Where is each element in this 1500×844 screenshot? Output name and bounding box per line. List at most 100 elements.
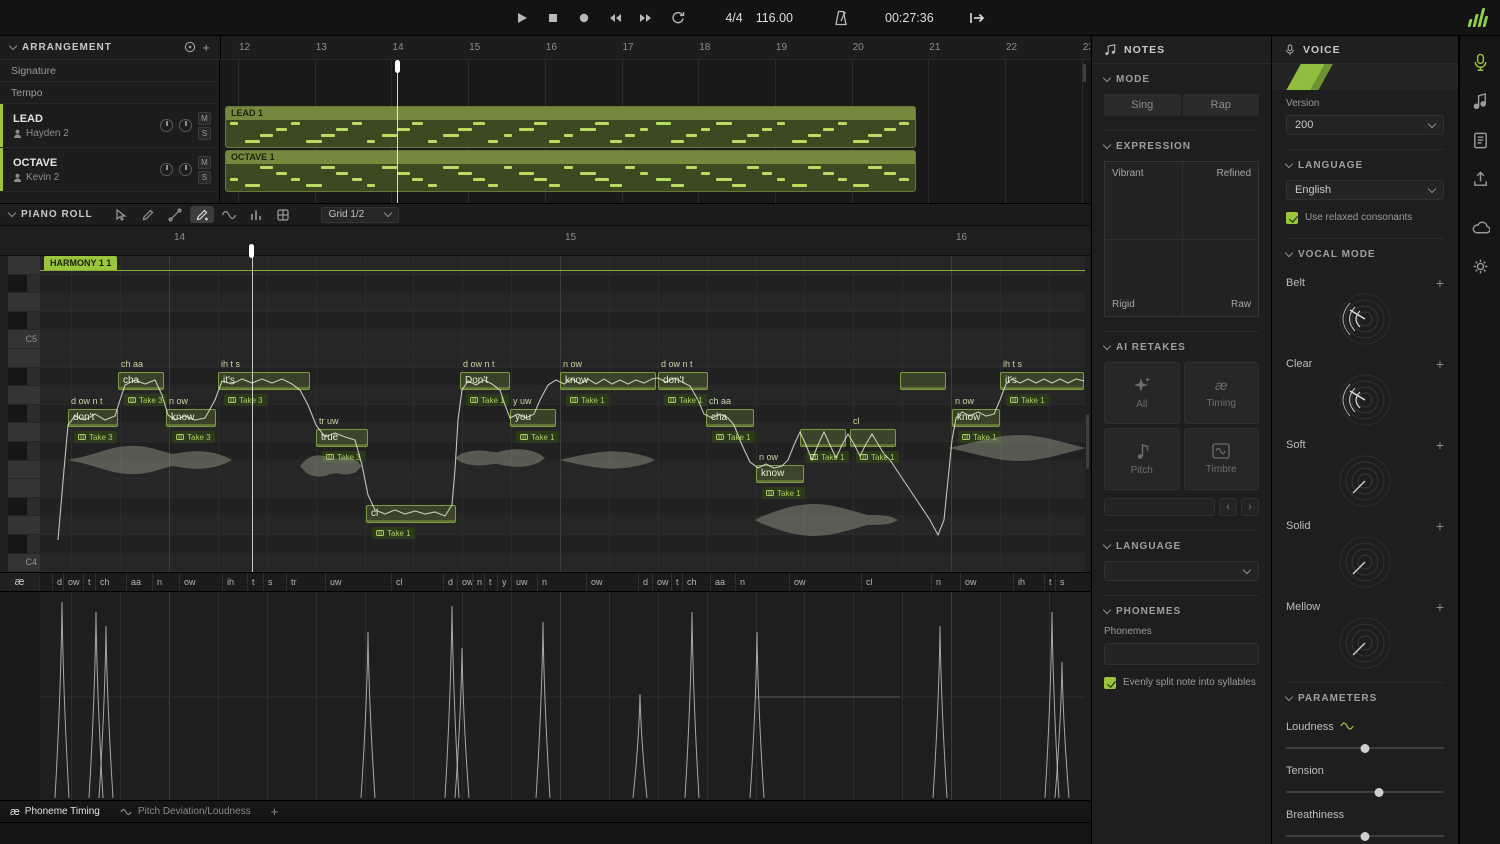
collapse-chevron-icon[interactable] [9, 42, 17, 50]
take-badge[interactable]: Take 1 [566, 394, 609, 406]
take-badge[interactable]: Take 1 [806, 451, 849, 463]
track-row-lead[interactable]: LEAD Hayden 2 M S [0, 104, 219, 148]
pan-knob[interactable] [179, 163, 192, 176]
track-row-octave[interactable]: OCTAVE Kevin 2 M S [0, 148, 219, 192]
add-vocal-mode-button[interactable]: + [1436, 276, 1444, 290]
note-block[interactable]: it'sih t sTake 3 [218, 372, 310, 390]
slider-thumb[interactable] [1375, 788, 1384, 797]
microphone-icon[interactable] [1468, 50, 1492, 74]
retake-pitch-button[interactable]: Pitch [1104, 428, 1180, 490]
note-block[interactable] [900, 372, 946, 390]
lyrics-icon[interactable] [1468, 128, 1492, 152]
note-block[interactable]: Take 1 [800, 429, 846, 447]
take-badge[interactable]: Take 3 [224, 394, 267, 406]
parameters-section-header[interactable]: PARAMETERS [1286, 693, 1444, 704]
phonemes-section-header[interactable]: PHONEMES [1104, 606, 1259, 617]
solo-button[interactable]: S [198, 127, 211, 140]
note-block[interactable]: chach aaTake 3 [118, 372, 164, 390]
scrollbar-thumb[interactable] [1083, 64, 1086, 82]
cloud-icon[interactable] [1468, 215, 1492, 239]
metronome-icon[interactable] [832, 9, 850, 27]
note-block[interactable]: chach aaTake 1 [706, 409, 754, 427]
playhead-line[interactable] [397, 60, 398, 203]
note-phoneme-label[interactable]: n ow [563, 359, 582, 369]
music-note-icon[interactable] [1468, 89, 1492, 113]
voice-language-select[interactable]: English [1286, 180, 1444, 200]
slider-thumb[interactable] [1361, 744, 1370, 753]
retake-all-button[interactable]: All [1104, 362, 1180, 424]
fast-forward-button[interactable] [637, 9, 655, 27]
take-badge[interactable]: Take 3 [74, 431, 117, 443]
singer-avatar[interactable] [1272, 64, 1458, 90]
info-icon[interactable] [184, 41, 196, 55]
export-icon[interactable] [1468, 167, 1492, 191]
vocal-mode-section-header[interactable]: VOCAL MODE [1286, 249, 1444, 260]
note-phoneme-label[interactable]: d ow n t [71, 396, 103, 406]
retake-timbre-button[interactable]: Timbre [1184, 428, 1260, 490]
note-block[interactable]: known owTake 3 [166, 409, 216, 427]
add-vocal-mode-button[interactable]: + [1436, 519, 1444, 533]
tempo-lane[interactable]: Tempo [0, 82, 219, 104]
note-block[interactable]: don'td ow n tTake 1 [658, 372, 708, 390]
note-phoneme-label[interactable]: ch aa [709, 396, 731, 406]
note-phoneme-label[interactable]: ih t s [1003, 359, 1022, 369]
add-vocal-mode-button[interactable]: + [1436, 600, 1444, 614]
note-phoneme-label[interactable]: cl [853, 416, 860, 426]
vocal-mode-dial[interactable] [1333, 371, 1397, 432]
take-badge[interactable]: Take 3 [172, 431, 215, 443]
retake-select[interactable] [1104, 498, 1215, 516]
add-track-button[interactable]: + [202, 41, 210, 54]
note-phoneme-label[interactable]: ih t s [221, 359, 240, 369]
tempo-value[interactable]: 116.00 [756, 11, 793, 25]
region-tag[interactable]: HARMONY 1 1 [44, 256, 117, 270]
version-select[interactable]: 200 [1286, 115, 1444, 135]
note-phoneme-label[interactable]: n ow [169, 396, 188, 406]
mode-section-header[interactable]: MODE [1104, 74, 1259, 85]
note-phoneme-label[interactable]: d ow n t [661, 359, 693, 369]
expression-xy-pad[interactable]: Vibrant Refined Rigid Raw [1104, 161, 1259, 317]
vocal-mode-dial[interactable] [1333, 290, 1397, 351]
note-block[interactable]: Don'td ow n tTake 1 [460, 372, 510, 390]
record-button[interactable] [575, 9, 593, 27]
playhead-handle[interactable] [395, 60, 400, 73]
parameter-slider[interactable] [1286, 747, 1444, 749]
play-button[interactable] [513, 9, 531, 27]
note-phoneme-label[interactable]: n ow [759, 452, 778, 462]
stop-button[interactable] [544, 9, 562, 27]
add-vocal-mode-button[interactable]: + [1436, 357, 1444, 371]
playhead-line[interactable] [252, 248, 253, 572]
take-badge[interactable]: Take 3 [322, 451, 365, 463]
phonemes-input[interactable] [1104, 643, 1259, 665]
loop-icon[interactable] [668, 9, 686, 27]
note-block[interactable]: known owTake 1 [952, 409, 1000, 427]
vocal-mode-dial[interactable] [1333, 614, 1397, 675]
mode-sing-button[interactable]: Sing [1104, 94, 1181, 116]
note-phoneme-label[interactable]: y uw [513, 396, 532, 406]
retake-timing-button[interactable]: æTiming [1184, 362, 1260, 424]
note-block[interactable]: truetr uwTake 3 [316, 429, 368, 447]
note-block[interactable]: it'sih t sTake 1 [1000, 372, 1084, 390]
volume-knob[interactable] [160, 119, 173, 132]
take-badge[interactable]: Take 1 [762, 487, 805, 499]
arrangement-timeline-ruler[interactable]: 121314151617181920212223 [220, 36, 1090, 60]
next-retake-button[interactable]: › [1241, 498, 1259, 516]
relaxed-consonants-checkbox-row[interactable]: Use relaxed consonants [1286, 212, 1444, 224]
time-signature[interactable]: 4/4 [725, 11, 742, 25]
pan-knob[interactable] [179, 119, 192, 132]
take-badge[interactable]: Take 3 [124, 394, 167, 406]
take-badge[interactable]: Take 1 [958, 431, 1001, 443]
note-phoneme-label[interactable]: n ow [955, 396, 974, 406]
note-block[interactable]: known owTake 1 [560, 372, 656, 390]
expression-section-header[interactable]: EXPRESSION [1104, 141, 1259, 152]
take-badge[interactable]: Take 1 [712, 431, 755, 443]
parameter-slider[interactable] [1286, 791, 1444, 793]
checkbox[interactable] [1104, 677, 1116, 689]
clip-lead-1[interactable]: LEAD 1 [225, 106, 916, 148]
take-badge[interactable]: Take 1 [1006, 394, 1049, 406]
parameter-slider[interactable] [1286, 835, 1444, 837]
language-section-header[interactable]: LANGUAGE [1286, 160, 1444, 171]
volume-knob[interactable] [160, 163, 173, 176]
vocal-mode-dial[interactable] [1333, 533, 1397, 594]
note-block[interactable]: known owTake 1 [756, 465, 804, 483]
note-phoneme-label[interactable]: tr uw [319, 416, 339, 426]
